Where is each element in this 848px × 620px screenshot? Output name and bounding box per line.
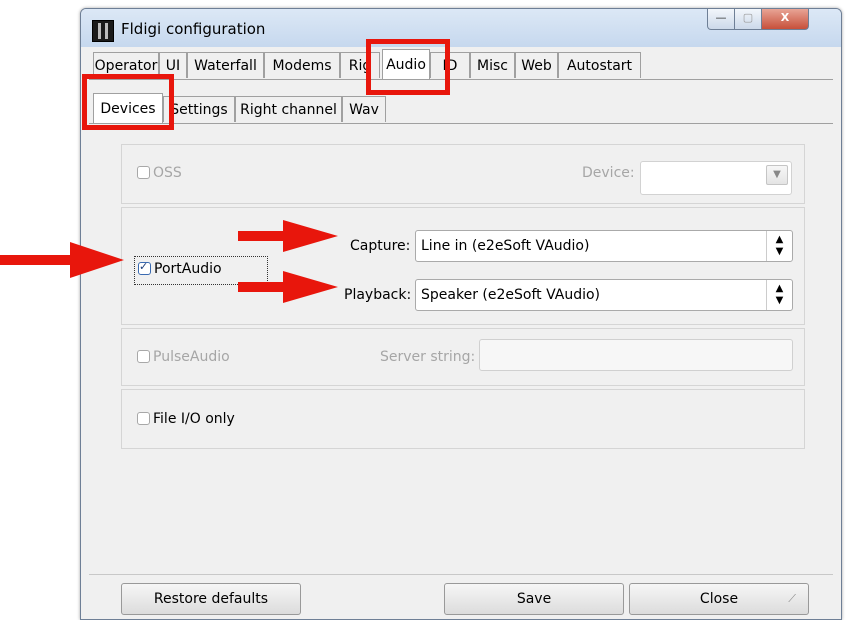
- portaudio-group: PortAudio Capture: Line in (e2eSoft VAud…: [121, 207, 805, 325]
- devices-panel: OSS Device: ▼ PortAudio Capture: Line in…: [89, 124, 833, 574]
- portaudio-checkbox[interactable]: PortAudio: [138, 260, 222, 277]
- capture-value: Line in (e2eSoft VAudio): [421, 238, 590, 254]
- capture-select[interactable]: Line in (e2eSoft VAudio) ▲ ▼: [415, 230, 793, 262]
- fileio-group: File I/O only: [121, 389, 805, 449]
- close-window-button[interactable]: X: [761, 9, 809, 30]
- resize-grip-icon: ⟋: [788, 592, 796, 605]
- fileio-label: File I/O only: [153, 411, 235, 427]
- minimize-button[interactable]: —: [707, 9, 735, 30]
- config-window: Fldigi configuration — ▢ X Operator UI W…: [80, 8, 842, 620]
- oss-device-select[interactable]: ▼: [640, 161, 792, 195]
- capture-label: Capture:: [350, 238, 411, 254]
- pulseaudio-checkbox[interactable]: PulseAudio: [137, 349, 230, 365]
- window-title: Fldigi configuration: [121, 20, 266, 38]
- save-button[interactable]: Save: [444, 583, 624, 615]
- oss-group: OSS Device: ▼: [121, 144, 805, 204]
- server-string-label: Server string:: [380, 349, 476, 365]
- tab-waterfall[interactable]: Waterfall: [187, 52, 264, 78]
- restore-defaults-button[interactable]: Restore defaults: [121, 583, 301, 615]
- updown-chevron-icon: ▲ ▼: [766, 231, 792, 261]
- updown-chevron-icon: ▲ ▼: [766, 280, 792, 310]
- portaudio-checkbox-box: [138, 260, 151, 275]
- main-tab-divider: [89, 79, 833, 80]
- tab-modems[interactable]: Modems: [264, 52, 340, 78]
- title-bar[interactable]: Fldigi configuration — ▢ X: [81, 9, 841, 47]
- oss-device-label: Device:: [582, 165, 635, 181]
- tab-misc[interactable]: Misc: [470, 52, 515, 78]
- pulseaudio-checkbox-box: [137, 349, 150, 363]
- oss-checkbox[interactable]: OSS: [137, 165, 182, 181]
- maximize-button[interactable]: ▢: [734, 9, 762, 30]
- close-button[interactable]: Close ⟋: [629, 583, 809, 615]
- pulseaudio-label: PulseAudio: [153, 349, 230, 365]
- pulseaudio-group: PulseAudio Server string:: [121, 328, 805, 386]
- tab-wav[interactable]: Wav: [342, 96, 386, 122]
- playback-label: Playback:: [344, 287, 412, 303]
- tab-audio[interactable]: Audio: [382, 49, 430, 79]
- fldigi-app-icon: [92, 20, 114, 42]
- playback-select[interactable]: Speaker (e2eSoft VAudio) ▲ ▼: [415, 279, 793, 311]
- server-string-input[interactable]: [479, 339, 793, 371]
- tab-web[interactable]: Web: [515, 52, 558, 78]
- close-button-label: Close: [699, 591, 739, 607]
- arrow-to-playback-icon: [238, 271, 338, 303]
- fileio-checkbox-box: [137, 411, 150, 425]
- tab-right-channel[interactable]: Right channel: [235, 96, 342, 122]
- tab-autostart[interactable]: Autostart: [558, 52, 641, 78]
- playback-value: Speaker (e2eSoft VAudio): [421, 287, 600, 303]
- fileio-checkbox[interactable]: File I/O only: [137, 411, 235, 427]
- tab-devices[interactable]: Devices: [93, 93, 163, 123]
- chevron-down-icon: ▼: [766, 165, 788, 185]
- portaudio-label: PortAudio: [154, 261, 222, 277]
- button-bar: Restore defaults Save Close ⟋: [89, 574, 833, 619]
- oss-label: OSS: [153, 165, 182, 181]
- arrow-to-capture-icon: [238, 220, 338, 252]
- arrow-to-portaudio-icon: [0, 242, 124, 278]
- oss-checkbox-box: [137, 165, 150, 179]
